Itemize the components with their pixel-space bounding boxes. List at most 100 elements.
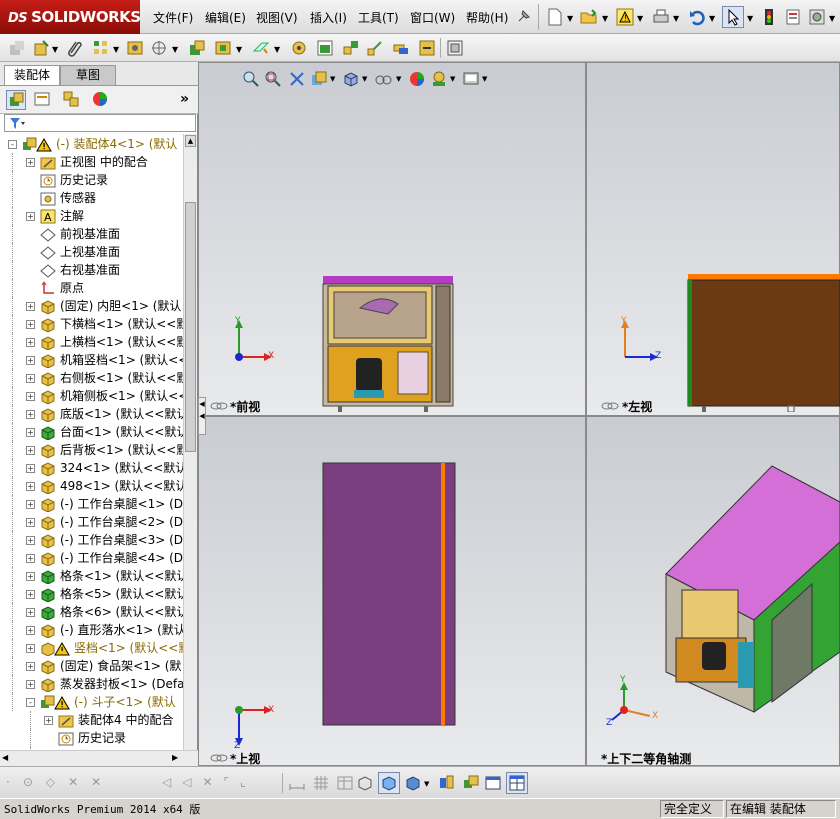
tree-row[interactable]: 上视基准面 xyxy=(0,243,183,261)
tab-sketch[interactable]: 草图 xyxy=(60,65,116,85)
status-editing-assembly[interactable]: 在编辑 装配体 xyxy=(726,800,836,818)
display-cube-icon[interactable] xyxy=(404,774,422,792)
expand-icon[interactable]: + xyxy=(26,410,35,419)
expand-icon[interactable]: + xyxy=(26,302,35,311)
tree-vertical-scrollbar[interactable]: ▲ xyxy=(183,134,197,750)
tree-row[interactable]: 前视基准面 xyxy=(0,225,183,243)
link-views-icon[interactable] xyxy=(601,400,619,410)
menu-window[interactable]: 窗口(W) xyxy=(410,9,455,26)
expand-icon[interactable]: + xyxy=(26,554,35,563)
apply-scene-icon[interactable] xyxy=(430,70,448,88)
tree-horizontal-scrollbar[interactable]: ◀ ▶ xyxy=(0,750,198,766)
explode-line-sketch-icon[interactable] xyxy=(366,39,384,57)
chevron-down-icon[interactable]: ▼ xyxy=(236,45,242,54)
chevron-down-icon[interactable]: ▼ xyxy=(709,14,715,23)
chevron-down-icon[interactable]: ▼ xyxy=(482,75,487,83)
chevron-down-icon[interactable]: ▼ xyxy=(637,14,643,23)
expand-icon[interactable]: + xyxy=(26,392,35,401)
tree-row[interactable]: + A 注解 xyxy=(0,207,183,225)
chevron-down-icon[interactable]: ▼ xyxy=(567,14,573,23)
tree-row[interactable]: + (-) 工作台桌腿<1> (D xyxy=(0,495,183,513)
zoom-to-area-icon[interactable] xyxy=(264,70,282,88)
show-hidden-components-icon[interactable] xyxy=(188,39,206,57)
tree-row[interactable]: + (固定) 内胆<1> (默认 xyxy=(0,297,183,315)
configuration-manager-tab-icon[interactable] xyxy=(62,90,82,110)
pin-icon[interactable] xyxy=(516,8,532,24)
chevron-down-icon[interactable]: ▼ xyxy=(602,14,608,23)
tree-row[interactable]: + 蒸发器封板<1> (Defau xyxy=(0,675,183,693)
expand-icon[interactable]: + xyxy=(26,320,35,329)
view-settings-icon[interactable] xyxy=(462,70,480,88)
chevron-down-icon[interactable]: ▼ xyxy=(673,14,679,23)
display-manager-tab-icon[interactable] xyxy=(91,90,111,110)
menu-file[interactable]: 文件(F) xyxy=(153,9,193,26)
tree-row[interactable]: - (-) 斗子<1> (默认 xyxy=(0,693,183,711)
exploded-view-icon[interactable] xyxy=(342,39,360,57)
tree-row[interactable]: + 右侧板<1> (默认<<默认 xyxy=(0,369,183,387)
tab-assembly[interactable]: 装配体 xyxy=(4,65,60,85)
scroll-up-arrow[interactable]: ▲ xyxy=(185,135,196,147)
tree-row[interactable]: + 竖档<1> (默认<<默认 xyxy=(0,639,183,657)
new-part-icon[interactable] xyxy=(32,39,50,57)
tree-row[interactable]: + (-) 工作台桌腿<4> (D xyxy=(0,549,183,567)
expand-icon[interactable]: + xyxy=(26,572,35,581)
chevron-down-icon[interactable]: ▼ xyxy=(396,75,401,83)
view-orientation-icon[interactable] xyxy=(342,70,360,88)
options-icon[interactable] xyxy=(808,8,826,26)
tree-row[interactable]: + (-) 工作台桌腿<3> (D xyxy=(0,531,183,549)
tree-row[interactable]: + 机箱竖档<1> (默认<<默 xyxy=(0,351,183,369)
dimension-icon[interactable] xyxy=(288,774,306,792)
tree-row[interactable]: + 台面<1> (默认<<默认_显 xyxy=(0,423,183,441)
smart-fasteners-icon[interactable] xyxy=(126,39,144,57)
chevron-down-icon[interactable]: ▼ xyxy=(274,45,280,54)
previous-view-icon[interactable] xyxy=(288,70,306,88)
tree-row[interactable]: + (-) 直形落水<1> (默认 xyxy=(0,621,183,639)
expand-icon[interactable]: + xyxy=(26,464,35,473)
expand-icon[interactable]: + xyxy=(26,518,35,527)
tree-row[interactable]: + 底版<1> (默认<<默认>_ xyxy=(0,405,183,423)
expand-icon[interactable]: + xyxy=(26,662,35,671)
shaded-view-button[interactable] xyxy=(378,772,400,794)
scroll-left-arrow[interactable]: ◀ xyxy=(2,753,8,762)
expand-icon[interactable]: + xyxy=(26,608,35,617)
move-component-icon[interactable] xyxy=(150,39,168,57)
new-document-icon[interactable] xyxy=(546,8,564,26)
solidworks-logo[interactable]: DS SOLIDWORKS xyxy=(0,0,141,34)
expand-icon[interactable]: + xyxy=(26,680,35,689)
link-views-icon[interactable] xyxy=(210,400,228,410)
tree-row[interactable]: + 装配体4 中的配合 xyxy=(0,711,183,729)
tree-row[interactable]: + 格条<6> (默认<<默认_显 xyxy=(0,603,183,621)
traffic-light-icon[interactable] xyxy=(760,8,778,26)
feature-manager-tab-icon[interactable] xyxy=(6,90,26,110)
sketch-tools-group[interactable]: ·⊙◇✕✕ xyxy=(6,775,114,789)
chevron-down-icon[interactable]: ▼ xyxy=(52,45,58,54)
open-folder-icon[interactable] xyxy=(580,8,598,26)
expand-icon[interactable]: + xyxy=(26,482,35,491)
expand-icon[interactable]: + xyxy=(26,626,35,635)
expand-icon[interactable]: + xyxy=(26,338,35,347)
property-manager-tab-icon[interactable] xyxy=(33,90,53,110)
assembly-features-icon[interactable] xyxy=(214,39,232,57)
linear-pattern-icon[interactable] xyxy=(92,39,110,57)
chevron-down-icon[interactable]: ▼ xyxy=(330,75,335,83)
link-views-icon[interactable] xyxy=(210,752,228,762)
tree-row[interactable]: +498<1> (默认<<默认>_ xyxy=(0,477,183,495)
collapse-icon[interactable]: - xyxy=(26,698,35,707)
new-motion-study-icon[interactable] xyxy=(290,39,308,57)
chevron-down-icon[interactable]: ▼ xyxy=(113,45,119,54)
expand-icon[interactable]: + xyxy=(26,428,35,437)
expand-icon[interactable]: + xyxy=(26,590,35,599)
section-view-icon[interactable] xyxy=(310,70,328,88)
collapse-icon[interactable]: - xyxy=(8,140,17,149)
expand-icon[interactable]: + xyxy=(26,644,35,653)
edit-appearance-icon[interactable] xyxy=(408,70,426,88)
menu-tools[interactable]: 工具(T) xyxy=(358,9,399,26)
chevron-down-icon[interactable]: ▼ xyxy=(424,780,429,788)
tree-row[interactable]: + 格条<1> (默认<<默认_显 xyxy=(0,567,183,585)
expand-icon[interactable]: + xyxy=(44,716,53,725)
instant3d-icon[interactable] xyxy=(446,39,464,57)
chevron-down-icon[interactable]: ▼ xyxy=(829,14,835,23)
snap-tools-group[interactable]: ◁◁✕⌜⌞ xyxy=(162,775,257,789)
file-properties-icon[interactable] xyxy=(784,8,802,26)
chevron-down-icon[interactable]: ▼ xyxy=(172,45,178,54)
